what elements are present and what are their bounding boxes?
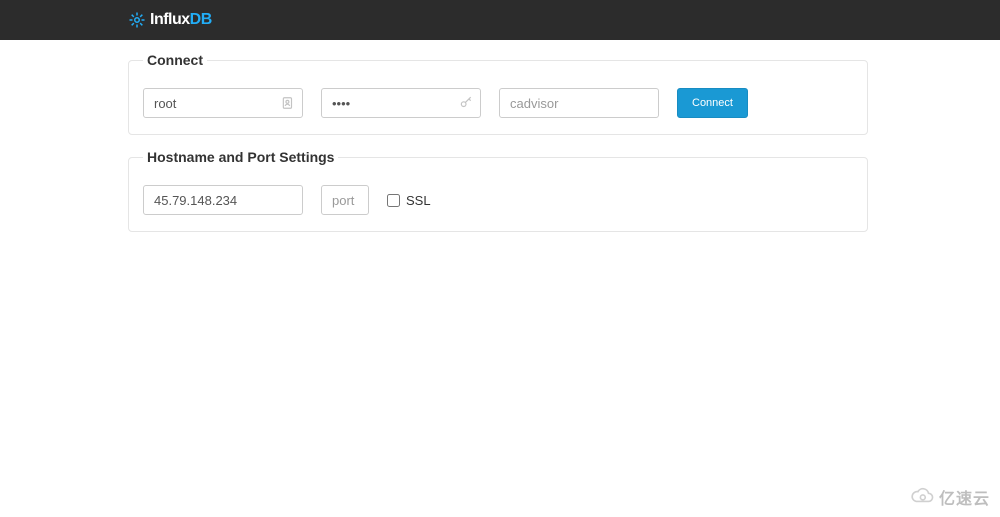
watermark-text: 亿速云 — [939, 485, 990, 509]
watermark: 亿速云 — [909, 485, 990, 509]
ssl-checkbox[interactable] — [387, 194, 400, 207]
ssl-label: SSL — [406, 193, 431, 208]
main-container: Connect — [128, 40, 868, 232]
cloud-icon — [909, 486, 935, 508]
port-input[interactable] — [321, 185, 369, 215]
database-input[interactable] — [499, 88, 659, 118]
brand-logo[interactable]: InfluxDB — [128, 11, 212, 29]
navbar: InfluxDB — [0, 0, 1000, 40]
brand-name: InfluxDB — [150, 11, 212, 29]
hostname-input[interactable] — [143, 185, 303, 215]
hostport-legend: Hostname and Port Settings — [143, 149, 338, 165]
connect-button[interactable]: Connect — [677, 88, 748, 118]
ssl-checkbox-wrap[interactable]: SSL — [387, 193, 431, 208]
username-input[interactable] — [143, 88, 303, 118]
influxdb-icon — [128, 11, 146, 29]
connect-fieldset: Connect — [128, 52, 868, 135]
connect-row: Connect — [143, 88, 853, 118]
hostport-fieldset: Hostname and Port Settings SSL — [128, 149, 868, 232]
connect-legend: Connect — [143, 52, 207, 68]
hostport-row: SSL — [143, 185, 853, 215]
password-input[interactable] — [321, 88, 481, 118]
